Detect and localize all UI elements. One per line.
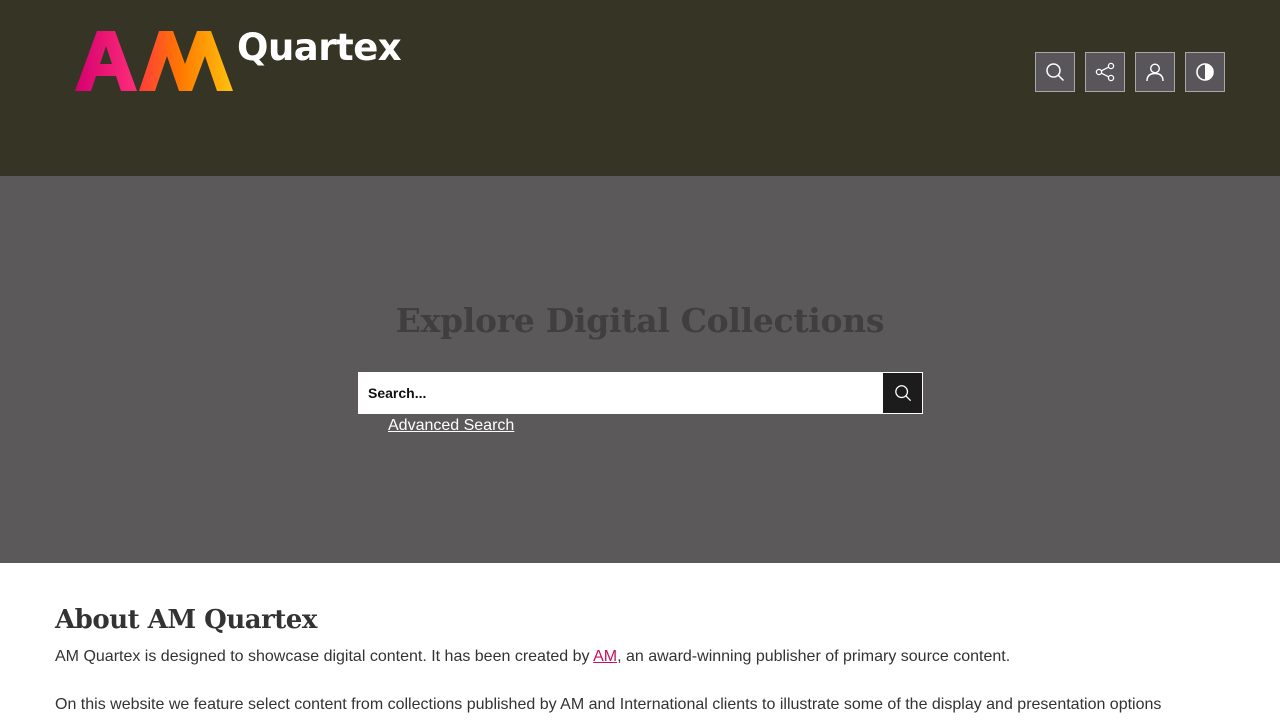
about-paragraph-1-text: AM Quartex is designed to showcase digit… [55, 648, 594, 665]
user-icon [1146, 63, 1164, 82]
about-paragraph-2: On this website we feature select conten… [55, 696, 1162, 713]
about-paragraph-1: AM Quartex is designed to showcase digit… [55, 647, 1225, 667]
share-button[interactable] [1085, 52, 1125, 92]
hero-banner: Explore Digital Collections Advanced Sea… [0, 176, 1280, 563]
search-button[interactable] [1035, 52, 1075, 92]
search-input[interactable] [358, 372, 882, 414]
site-header: Quartex [0, 0, 1280, 176]
user-account-button[interactable] [1135, 52, 1175, 92]
search-icon [894, 385, 911, 402]
am-logo-mark [75, 31, 233, 91]
contrast-toggle-button[interactable] [1185, 52, 1225, 92]
logo-wordmark: Quartex [237, 26, 402, 69]
search-form [358, 372, 923, 414]
hero-title: Explore Digital Collections [395, 301, 885, 340]
header-toolbar [1035, 52, 1225, 92]
about-title: About AM Quartex [55, 605, 317, 635]
share-icon [1095, 62, 1115, 82]
about-section: About AM Quartex AM Quartex is designed … [0, 605, 1280, 715]
search-submit-button[interactable] [882, 372, 923, 414]
about-paragraph-1-text-end: , an award-winning publisher of primary … [617, 648, 1011, 665]
search-icon [1046, 63, 1065, 82]
site-logo[interactable]: Quartex [75, 26, 405, 94]
contrast-icon [1196, 63, 1214, 81]
advanced-search-link[interactable]: Advanced Search [388, 417, 514, 435]
am-link[interactable]: AM [593, 648, 617, 665]
